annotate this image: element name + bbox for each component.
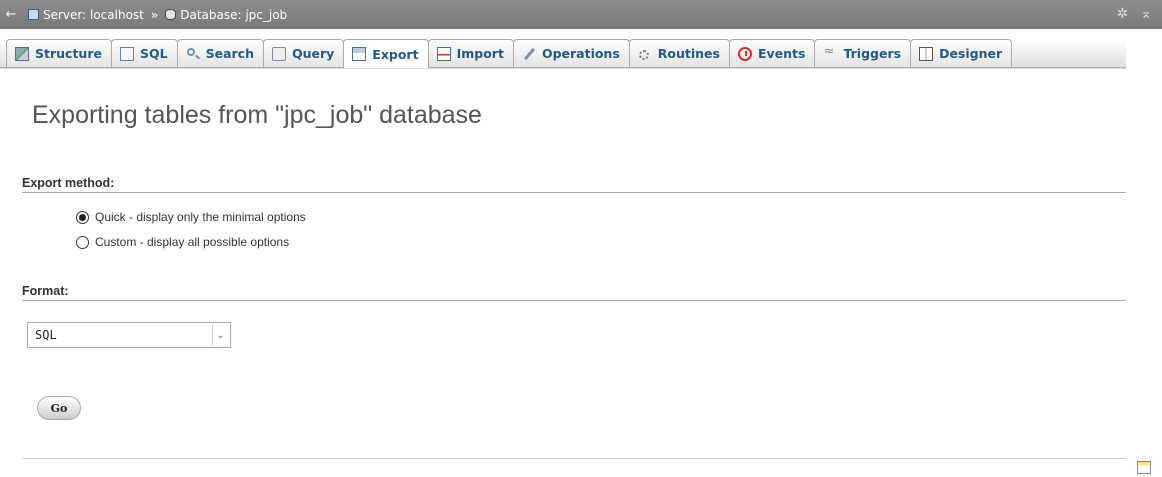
clock-icon bbox=[737, 46, 752, 61]
breadcrumb-database-link[interactable]: Database: jpc_job bbox=[180, 8, 287, 22]
breadcrumb-bar: ← Server: localhost » Database: jpc_job … bbox=[0, 0, 1162, 29]
database-icon bbox=[165, 9, 177, 20]
format-select[interactable]: SQL ⌄ bbox=[27, 322, 231, 348]
tab-label: SQL bbox=[139, 46, 168, 61]
footer-divider bbox=[22, 458, 1126, 459]
tab-label: Structure bbox=[35, 46, 102, 61]
tab-label: Routines bbox=[657, 46, 720, 61]
page-title: Exporting tables from "jpc_job" database bbox=[32, 101, 482, 129]
tab-routines[interactable]: Routines bbox=[628, 39, 730, 67]
tab-label: Designer bbox=[939, 46, 1003, 61]
chevron-down-icon[interactable]: ⌄ bbox=[212, 325, 228, 345]
export-icon bbox=[352, 47, 367, 61]
designer-icon bbox=[919, 46, 934, 61]
server-icon bbox=[28, 9, 39, 20]
tab-events[interactable]: Events bbox=[728, 39, 816, 67]
tab-label: Search bbox=[205, 46, 254, 61]
tab-search[interactable]: Search bbox=[176, 39, 264, 67]
search-icon bbox=[186, 47, 200, 61]
wrench-icon bbox=[522, 47, 536, 61]
format-select-value: SQL bbox=[35, 328, 57, 342]
tab-label: Import bbox=[456, 46, 504, 61]
custom-radio-label[interactable]: Custom - display all possible options bbox=[95, 235, 289, 249]
quick-radio[interactable] bbox=[76, 210, 89, 224]
tab-label: Export bbox=[372, 46, 419, 62]
console-icon[interactable] bbox=[1137, 461, 1151, 474]
go-button[interactable]: Go bbox=[37, 396, 81, 420]
format-divider bbox=[22, 300, 1126, 301]
sql-icon bbox=[119, 46, 134, 61]
tab-triggers[interactable]: Triggers bbox=[814, 39, 912, 67]
back-arrow-icon[interactable]: ← bbox=[2, 7, 20, 22]
tab-query[interactable]: Query bbox=[262, 39, 345, 67]
gear-icon[interactable]: ✲ bbox=[1117, 6, 1129, 22]
format-legend: Format: bbox=[22, 284, 69, 298]
tab-import[interactable]: Import bbox=[427, 39, 514, 67]
breadcrumb-separator: » bbox=[150, 7, 159, 22]
breadcrumb: Server: localhost » Database: jpc_job bbox=[28, 8, 287, 22]
tab-label: Triggers bbox=[843, 46, 902, 61]
tab-structure[interactable]: Structure bbox=[6, 39, 112, 67]
import-icon bbox=[436, 46, 451, 61]
structure-icon bbox=[15, 46, 29, 61]
tab-label: Events bbox=[757, 46, 806, 61]
triggers-icon bbox=[823, 44, 837, 61]
routines-icon bbox=[638, 47, 652, 61]
export-method-option-quick[interactable]: Quick - display only the minimal options bbox=[76, 210, 306, 224]
collapse-icon[interactable]: ⌅ bbox=[1140, 6, 1152, 22]
tab-sql[interactable]: SQL bbox=[110, 39, 178, 67]
custom-radio[interactable] bbox=[76, 235, 89, 249]
tab-bar: Structure SQL Search Query Export Import… bbox=[0, 39, 1126, 69]
breadcrumb-server-link[interactable]: Server: localhost bbox=[43, 8, 144, 22]
quick-radio-label[interactable]: Quick - display only the minimal options bbox=[95, 210, 306, 224]
export-method-legend: Export method: bbox=[22, 176, 115, 190]
tab-label: Query bbox=[291, 46, 335, 61]
topbar-right-icons: ✲ ⌅ bbox=[1117, 6, 1152, 22]
tab-operations[interactable]: Operations bbox=[512, 39, 630, 67]
export-method-divider bbox=[22, 192, 1126, 193]
tab-designer[interactable]: Designer bbox=[910, 39, 1013, 67]
query-icon bbox=[271, 46, 286, 61]
tab-label: Operations bbox=[541, 46, 620, 61]
tab-export[interactable]: Export bbox=[343, 39, 429, 68]
export-method-option-custom[interactable]: Custom - display all possible options bbox=[76, 235, 289, 249]
